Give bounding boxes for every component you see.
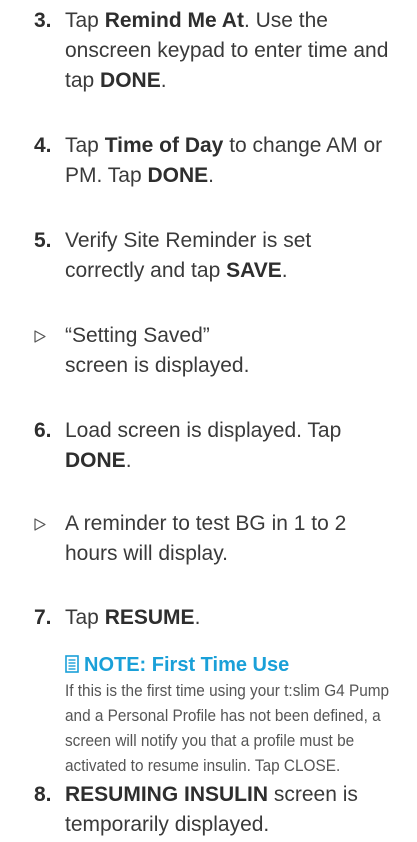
step-5: 5. Verify Site Reminder is set correctly… — [34, 226, 404, 286]
ui-label-resume: RESUME — [104, 606, 195, 629]
step-8: 8. RESUMING INSULIN screen is temporaril… — [34, 780, 404, 840]
step-4: 4. Tap Time of Day to change AM or PM. T… — [34, 131, 404, 191]
step-text: Verify Site Reminder is set correctly an… — [65, 229, 312, 282]
step-number: 8. — [34, 783, 52, 806]
ui-label-resuming-insulin: RESUMING INSULIN — [65, 783, 269, 806]
step-7: 7. Tap RESUME. — [34, 603, 404, 633]
step-text: Tap Time of Day to change AM or PM. Tap … — [65, 134, 383, 187]
step-text: Load screen is displayed. Tap DONE. — [65, 419, 342, 472]
result-text: A reminder to test BG in 1 to 2 hours wi… — [65, 512, 347, 565]
step-text: RESUMING INSULIN screen is temporarily d… — [65, 783, 358, 836]
result-reminder: A reminder to test BG in 1 to 2 hours wi… — [34, 509, 404, 569]
step-number: 5. — [34, 229, 52, 252]
step-number: 4. — [34, 134, 52, 157]
step-number: 7. — [34, 606, 52, 629]
step-3: 3. Tap Remind Me At. Use the onscreen ke… — [34, 6, 404, 96]
note-document-icon — [65, 655, 79, 673]
note-title: NOTE: First Time Use — [65, 652, 289, 678]
ui-label-done: DONE — [147, 164, 209, 187]
step-text: Tap Remind Me At. Use the onscreen keypa… — [65, 9, 389, 92]
triangle-right-outline-icon — [34, 330, 46, 343]
ui-label-time-of-day: Time of Day — [104, 134, 224, 157]
step-number: 6. — [34, 419, 52, 442]
ui-label-remind-me-at: Remind Me At — [104, 9, 244, 32]
step-number: 3. — [34, 9, 52, 32]
ui-label-done: DONE — [100, 69, 161, 92]
triangle-right-outline-icon — [34, 518, 46, 531]
ui-label-done: DONE — [65, 449, 126, 472]
ui-label-save: SAVE — [226, 259, 282, 282]
result-text: “Setting Saved” screen is displayed. — [65, 324, 250, 377]
result-setting-saved: “Setting Saved” screen is displayed. — [34, 321, 404, 381]
step-6: 6. Load screen is displayed. Tap DONE. — [34, 416, 404, 476]
note-body: If this is the first time using your t:s… — [65, 682, 390, 775]
step-text: Tap RESUME. — [65, 606, 201, 629]
